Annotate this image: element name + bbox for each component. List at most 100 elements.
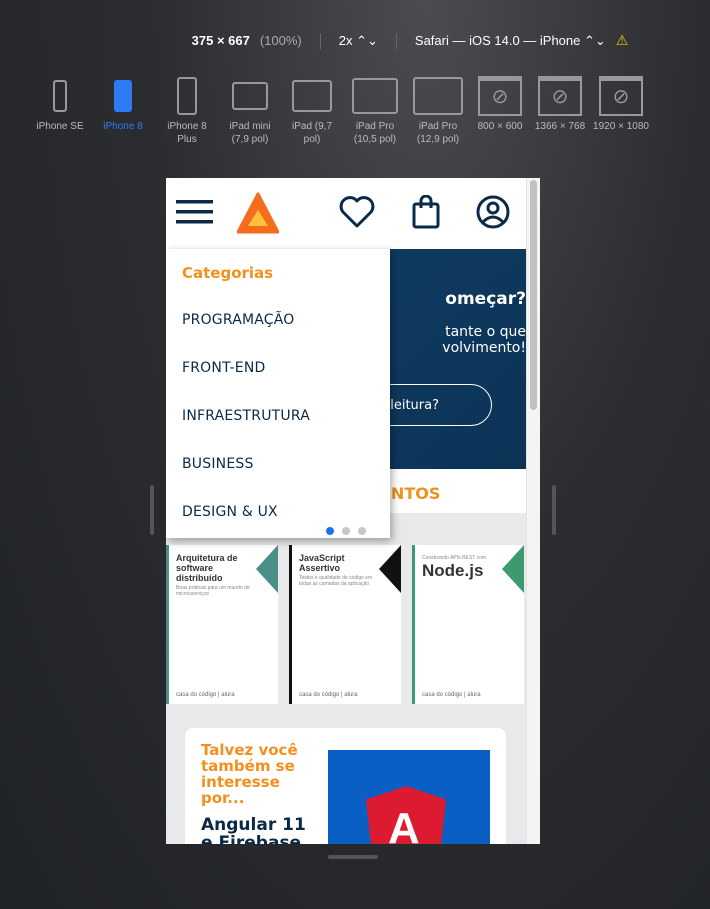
- device-label: 800 × 600: [477, 121, 523, 132]
- device-shape: [413, 77, 463, 115]
- book-cover[interactable]: Construindo APIs REST com Node.js casa do…: [412, 545, 524, 704]
- menu-icon[interactable]: [176, 199, 213, 225]
- carousel-dots: [326, 527, 366, 535]
- menu-item-front-end[interactable]: FRONT-END: [182, 360, 266, 376]
- device-label: iPhone 8 Plus: [167, 121, 207, 145]
- device-iphone-8-plus[interactable]: iPhone 8 Plus: [156, 76, 218, 146]
- device-icon: [352, 76, 398, 120]
- scale-select[interactable]: 2x ⌃⌄: [339, 33, 378, 49]
- warning-icon[interactable]: ⚠: [616, 32, 629, 49]
- cover-spine: [166, 545, 169, 704]
- device-icon: [232, 76, 268, 120]
- publisher-logo: casa do código | alura: [299, 692, 358, 698]
- resolution: 375 × 667: [191, 33, 250, 48]
- user-icon[interactable]: [476, 195, 510, 229]
- zoom-level: (100%): [259, 33, 302, 48]
- menu-item-programacao[interactable]: PROGRAMAÇÃO: [182, 312, 295, 328]
- device-icon: [177, 76, 197, 120]
- cover-chevron: [502, 545, 524, 593]
- resize-handle-bottom[interactable]: [328, 855, 378, 859]
- book-subtitle: Boas práticas para um mundo de microsser…: [176, 585, 250, 597]
- device-ipad-pro-10-5-pol-[interactable]: iPad Pro (10,5 pol): [342, 76, 408, 146]
- book-carousel[interactable]: Arquitetura de software distribuído Boas …: [166, 545, 524, 704]
- divider: [319, 32, 321, 49]
- device-icon: [114, 76, 132, 120]
- device-ipad-pro-12-9-pol-[interactable]: iPad Pro (12,9 pol): [408, 76, 468, 146]
- carousel-dot[interactable]: [358, 527, 366, 535]
- device-shape: ⊘: [538, 76, 582, 116]
- logo[interactable]: [237, 192, 279, 234]
- cover-chevron: [256, 545, 278, 593]
- cover-chevron: [379, 545, 401, 593]
- device-label: 1920 × 1080: [593, 121, 649, 132]
- device-icon: [292, 76, 332, 120]
- resize-handle-right[interactable]: [552, 485, 556, 535]
- device-list: iPhone SE iPhone 8 iPhone 8 Plus iPad mini …: [30, 76, 654, 146]
- categories-menu: Categorias PROGRAMAÇÃO FRONT-END INFRAES…: [166, 249, 390, 538]
- device-label: iPhone 8: [103, 121, 143, 132]
- device-iphone-8[interactable]: iPhone 8: [90, 76, 156, 146]
- book-title-text: Arquitetura de software distribuído: [176, 553, 238, 583]
- hero-banner: omeçar? tante o que volvimento! leitura?: [390, 249, 526, 469]
- site-header: [166, 178, 526, 249]
- device-shape: [352, 78, 398, 114]
- device-icon: [53, 76, 67, 120]
- device-viewport: omeçar? tante o que volvimento! leitura? …: [166, 178, 540, 844]
- menu-item-business[interactable]: BUSINESS: [182, 456, 254, 472]
- device-label: iPhone SE: [36, 121, 84, 132]
- hero-button[interactable]: leitura?: [390, 384, 492, 426]
- device-shape: [232, 82, 268, 110]
- divider: [395, 32, 397, 49]
- user-agent-select[interactable]: Safari — iOS 14.0 — iPhone ⌃⌄: [415, 33, 606, 49]
- device-label: 1366 × 768: [534, 121, 586, 132]
- device-ipad-9-7-pol-[interactable]: iPad (9,7 pol): [282, 76, 342, 146]
- cover-spine: [289, 545, 292, 704]
- book-title-text: Node.js: [422, 561, 484, 580]
- menu-item-design-ux[interactable]: DESIGN & UX: [182, 504, 278, 520]
- recommended-book-cover[interactable]: A: [328, 750, 490, 844]
- device-1366-768[interactable]: ⊘ 1366 × 768: [532, 76, 588, 146]
- book-cover[interactable]: JavaScript Assertivo Testes e qualidade d…: [289, 545, 401, 704]
- device-1920-1080[interactable]: ⊘ 1920 × 1080: [588, 76, 654, 146]
- page: omeçar? tante o que volvimento! leitura? …: [166, 178, 526, 844]
- device-iphone-se[interactable]: iPhone SE: [30, 76, 90, 146]
- cover-spine: [412, 545, 415, 704]
- angular-letter: A: [388, 804, 420, 844]
- book-title: Construindo APIs REST com Node.js: [422, 553, 502, 580]
- resize-handle-left[interactable]: [150, 485, 154, 535]
- compass-icon: ⊘: [478, 76, 522, 120]
- book-subtitle: Testes e qualidade de código em todas as…: [299, 575, 373, 587]
- recommended-book-title[interactable]: Angular 11 e Firebase: [201, 816, 321, 844]
- device-icon: [413, 76, 463, 120]
- responsive-toolbar: 375 × 667 (100%) 2x ⌃⌄ Safari — iOS 14.0…: [0, 32, 710, 49]
- bag-icon[interactable]: [412, 195, 440, 229]
- device-label: iPad mini (7,9 pol): [229, 121, 271, 145]
- device-ipad-mini-7-9-pol-[interactable]: iPad mini (7,9 pol): [218, 76, 282, 146]
- compass-icon: ⊘: [599, 76, 643, 120]
- hero-title: omeçar?: [445, 289, 526, 309]
- carousel-dot[interactable]: [326, 527, 334, 535]
- device-shape: [114, 80, 132, 112]
- publisher-logo: casa do código | alura: [422, 692, 481, 698]
- hero-text-line: tante o que: [445, 324, 526, 340]
- book-cover[interactable]: Arquitetura de software distribuído Boas …: [166, 545, 278, 704]
- device-800-600[interactable]: ⊘ 800 × 600: [468, 76, 532, 146]
- book-title: JavaScript Assertivo Testes e qualidade d…: [299, 553, 379, 587]
- hero-text: tante o que volvimento!: [390, 324, 526, 356]
- menu-item-infraestrutura[interactable]: INFRAESTRUTURA: [182, 408, 310, 424]
- device-shape: ⊘: [478, 76, 522, 116]
- compass-icon: ⊘: [538, 76, 582, 120]
- hero-text-line: volvimento!: [442, 340, 526, 356]
- device-label: iPad Pro (12,9 pol): [416, 121, 460, 145]
- publisher-logo: casa do código | alura: [176, 692, 235, 698]
- recommendation-card[interactable]: Talvez você também se interesse por... A…: [185, 728, 506, 844]
- device-shape: [53, 80, 67, 112]
- recommendation-heading: Talvez você também se interesse por...: [201, 741, 298, 807]
- scrollbar-thumb[interactable]: [530, 180, 537, 410]
- device-label: iPad (9,7 pol): [291, 121, 333, 145]
- book-title-text: JavaScript Assertivo: [299, 553, 345, 573]
- scrollbar[interactable]: [526, 178, 540, 844]
- heart-icon[interactable]: [339, 196, 375, 228]
- device-label: iPad Pro (10,5 pol): [353, 121, 397, 145]
- carousel-dot[interactable]: [342, 527, 350, 535]
